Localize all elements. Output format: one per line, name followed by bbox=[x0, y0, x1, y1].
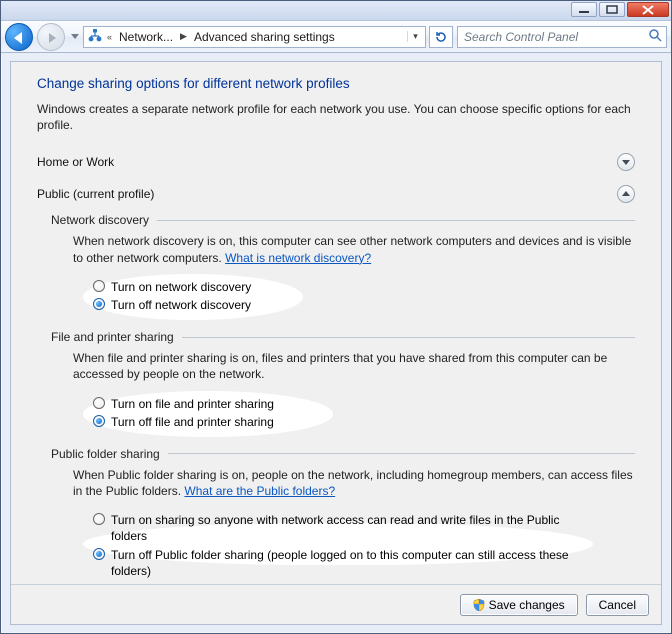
minimize-button[interactable] bbox=[571, 2, 597, 17]
shield-icon bbox=[473, 599, 485, 611]
group-header: Public folder sharing bbox=[51, 447, 635, 461]
search-icon bbox=[648, 28, 662, 45]
profile-home-or-work[interactable]: Home or Work bbox=[37, 149, 635, 175]
profile-public[interactable]: Public (current profile) bbox=[37, 181, 635, 207]
group-title: Network discovery bbox=[51, 213, 149, 227]
breadcrumb-network[interactable]: Network... bbox=[115, 30, 177, 44]
divider bbox=[182, 337, 635, 338]
footer-bar: Save changes Cancel bbox=[11, 584, 661, 624]
group-header: Network discovery bbox=[51, 213, 635, 227]
group-title: Public folder sharing bbox=[51, 447, 160, 461]
radio-pub-off[interactable]: Turn off Public folder sharing (people l… bbox=[93, 546, 583, 580]
profile-label: Public (current profile) bbox=[37, 187, 617, 201]
save-changes-button[interactable]: Save changes bbox=[460, 594, 578, 616]
chevron-up-icon[interactable] bbox=[617, 185, 635, 203]
help-link-network-discovery[interactable]: What is network discovery? bbox=[225, 251, 371, 265]
radio-fps-off[interactable]: Turn off file and printer sharing bbox=[93, 413, 323, 431]
search-box[interactable] bbox=[457, 26, 667, 48]
group-network-discovery: Network discovery When network discovery… bbox=[51, 213, 635, 320]
divider bbox=[168, 453, 635, 454]
history-dropdown-icon[interactable] bbox=[69, 29, 79, 45]
title-bar bbox=[1, 1, 671, 21]
window-controls bbox=[571, 2, 669, 17]
radio-pub-on[interactable]: Turn on sharing so anyone with network a… bbox=[93, 511, 583, 545]
page-title: Change sharing options for different net… bbox=[37, 76, 635, 91]
address-bar[interactable]: « Network... ▶ Advanced sharing settings… bbox=[83, 26, 426, 48]
navigation-bar: « Network... ▶ Advanced sharing settings… bbox=[1, 21, 671, 53]
group-public-folder-sharing: Public folder sharing When Public folder… bbox=[51, 447, 635, 584]
radio-icon bbox=[93, 280, 105, 292]
chevron-down-icon[interactable] bbox=[617, 153, 635, 171]
page-intro: Windows creates a separate network profi… bbox=[37, 101, 635, 133]
refresh-button[interactable] bbox=[429, 26, 453, 48]
content-panel: Change sharing options for different net… bbox=[10, 61, 662, 625]
cancel-button[interactable]: Cancel bbox=[586, 594, 649, 616]
maximize-button[interactable] bbox=[599, 2, 625, 17]
scroll-area[interactable]: Change sharing options for different net… bbox=[11, 62, 661, 584]
help-link-public-folders[interactable]: What are the Public folders? bbox=[184, 484, 335, 498]
radio-icon bbox=[93, 513, 105, 525]
group-description: When file and printer sharing is on, fil… bbox=[73, 350, 635, 382]
radio-icon bbox=[93, 548, 105, 560]
group-header: File and printer sharing bbox=[51, 330, 635, 344]
radio-netdisc-on[interactable]: Turn on network discovery bbox=[93, 278, 293, 296]
breadcrumb-advanced-sharing[interactable]: Advanced sharing settings bbox=[190, 30, 339, 44]
group-description: When Public folder sharing is on, people… bbox=[73, 467, 635, 499]
group-description: When network discovery is on, this compu… bbox=[73, 233, 635, 265]
forward-button[interactable] bbox=[37, 23, 65, 51]
divider bbox=[157, 220, 635, 221]
back-button[interactable] bbox=[5, 23, 33, 51]
radio-icon bbox=[93, 397, 105, 409]
group-file-printer-sharing: File and printer sharing When file and p… bbox=[51, 330, 635, 437]
group-title: File and printer sharing bbox=[51, 330, 174, 344]
search-input[interactable] bbox=[462, 29, 644, 45]
radio-fps-on[interactable]: Turn on file and printer sharing bbox=[93, 395, 323, 413]
network-icon bbox=[86, 27, 104, 46]
control-panel-window: « Network... ▶ Advanced sharing settings… bbox=[0, 0, 672, 634]
profile-label: Home or Work bbox=[37, 155, 617, 169]
close-button[interactable] bbox=[627, 2, 669, 17]
chevron-right-icon: ▶ bbox=[177, 31, 190, 42]
radio-icon bbox=[93, 298, 105, 310]
radio-netdisc-off[interactable]: Turn off network discovery bbox=[93, 296, 293, 314]
radio-icon bbox=[93, 415, 105, 427]
address-dropdown-icon[interactable]: ▾ bbox=[407, 31, 423, 42]
chevron-left-icon: « bbox=[104, 32, 115, 42]
